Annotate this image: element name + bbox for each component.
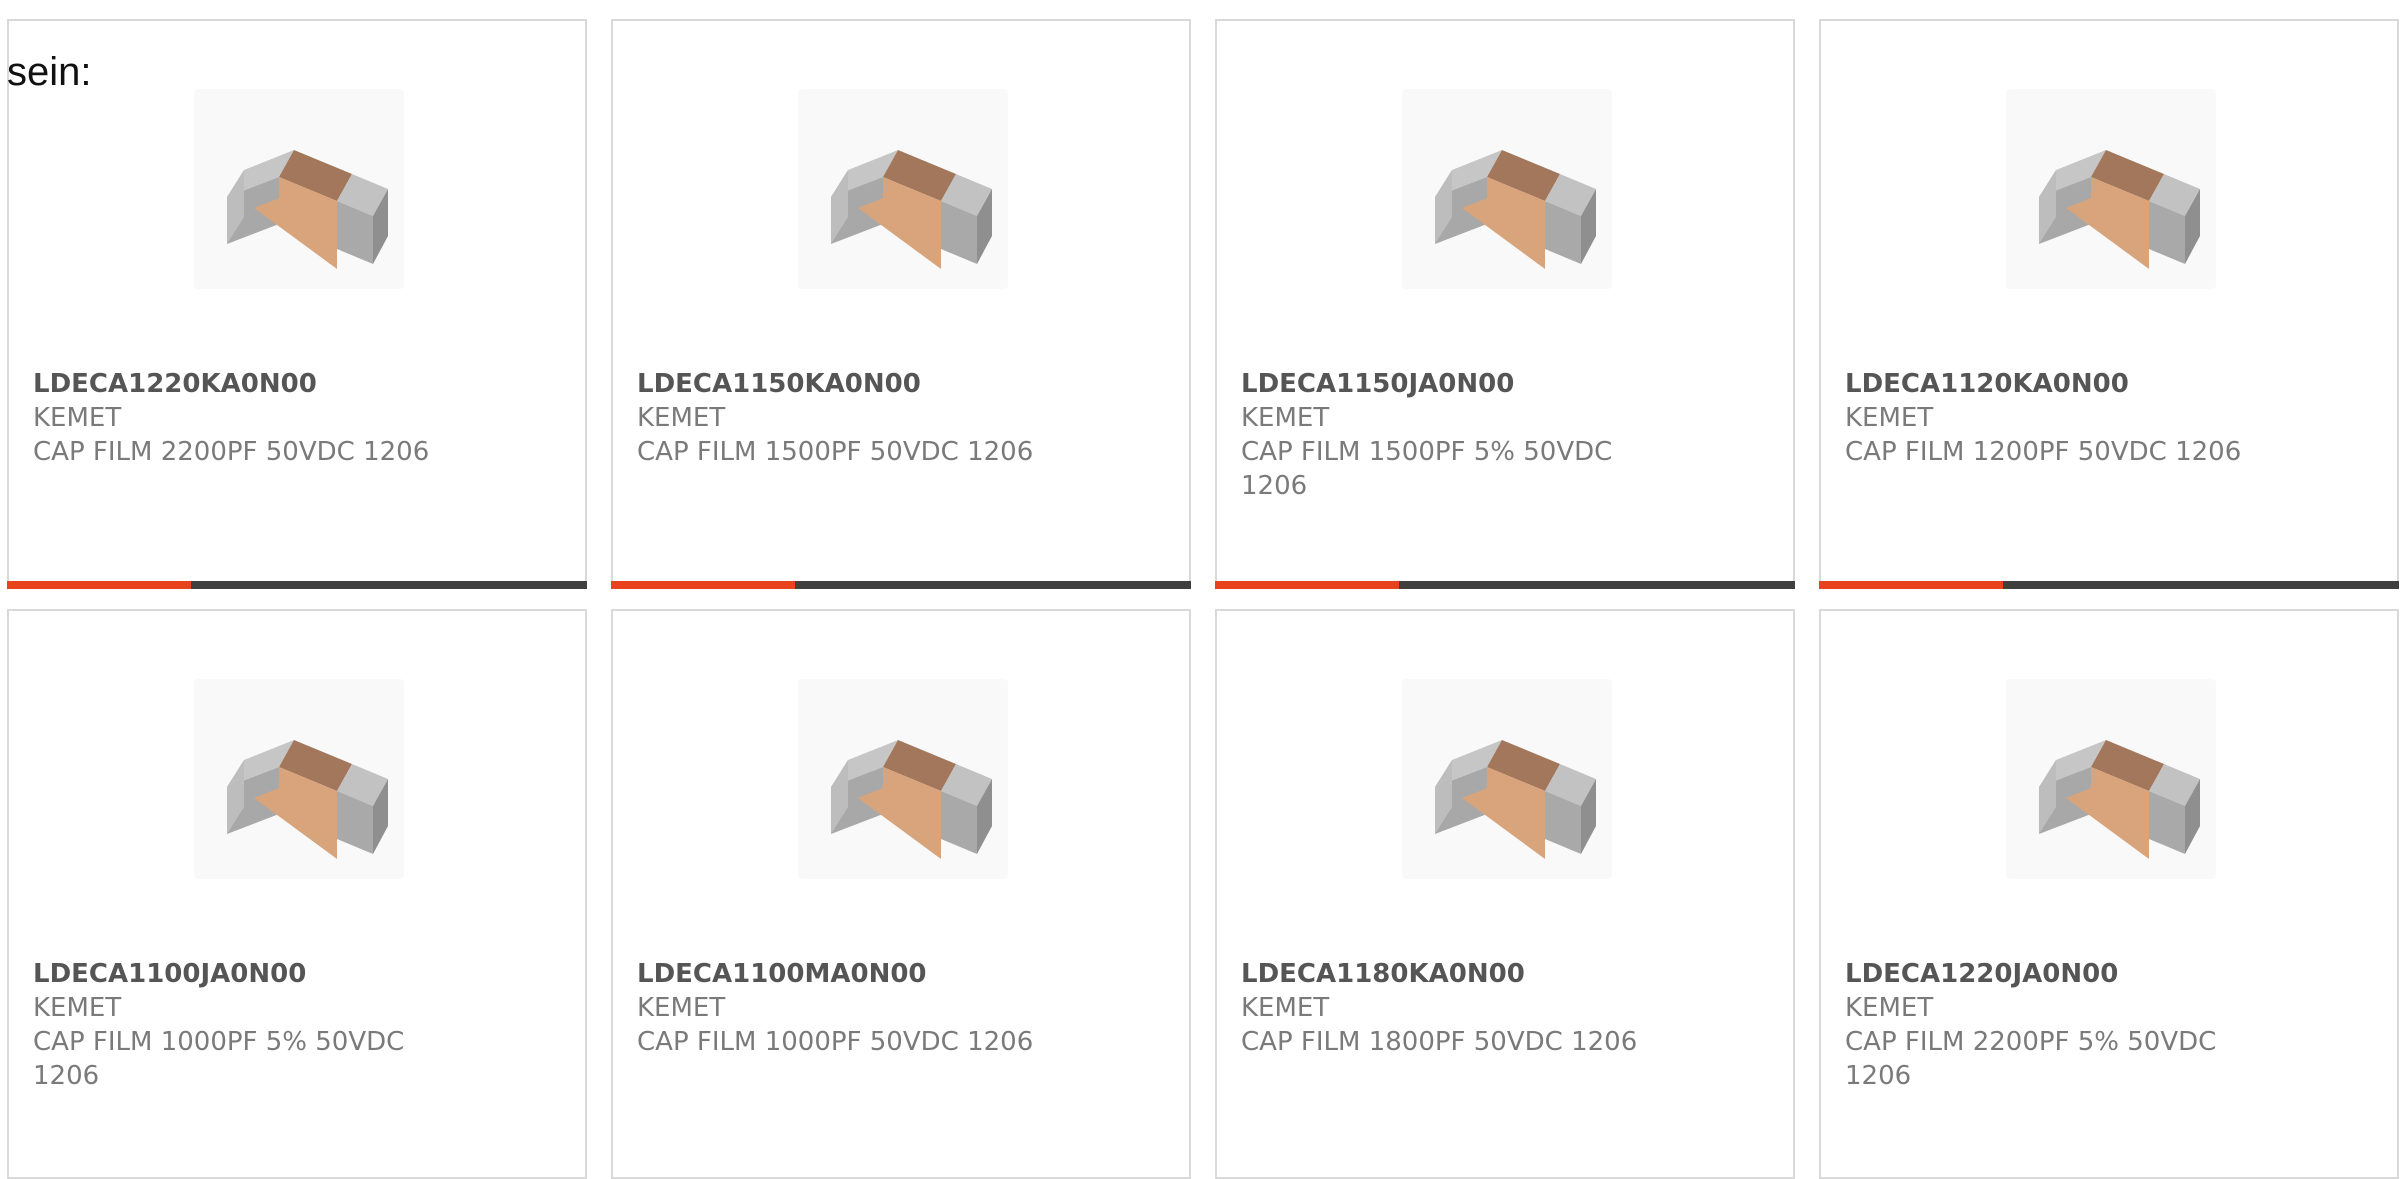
part-number[interactable]: LDECA1100MA0N00 — [637, 957, 1057, 991]
product-image[interactable] — [1402, 679, 1612, 879]
product-info: LDECA1180KA0N00 KEMET CAP FILM 1800PF 50… — [1241, 957, 1661, 1059]
part-number[interactable]: LDECA1150KA0N00 — [637, 367, 1057, 401]
accent-segment — [1819, 581, 2003, 589]
product-description: CAP FILM 1500PF 50VDC 1206 — [637, 437, 1034, 467]
manufacturer: KEMET — [1845, 403, 1934, 433]
manufacturer: KEMET — [1845, 993, 1934, 1023]
part-number[interactable]: LDECA1180KA0N00 — [1241, 957, 1661, 991]
product-info: LDECA1100JA0N00 KEMET CAP FILM 1000PF 5%… — [33, 957, 413, 1093]
manufacturer: KEMET — [637, 993, 726, 1023]
part-number[interactable]: LDECA1220KA0N00 — [33, 367, 453, 401]
accent-segment — [1215, 581, 1399, 589]
intro-text: sein: — [7, 50, 92, 94]
part-number[interactable]: LDECA1120KA0N00 — [1845, 367, 2265, 401]
card-accent-bar — [1215, 581, 1795, 589]
card-accent-bar — [1819, 581, 2399, 589]
manufacturer: KEMET — [1241, 403, 1330, 433]
capacitor-chip-image — [831, 150, 992, 269]
capacitor-chip-image — [227, 150, 388, 269]
manufacturer: KEMET — [1241, 993, 1330, 1023]
product-description: CAP FILM 1500PF 5% 50VDC 1206 — [1241, 437, 1613, 501]
product-description: CAP FILM 2200PF 5% 50VDC 1206 — [1845, 1027, 2217, 1091]
capacitor-chip-image — [2039, 740, 2200, 859]
accent-segment — [7, 581, 191, 589]
product-image[interactable] — [798, 89, 1008, 289]
capacitor-chip-image — [2039, 150, 2200, 269]
product-image[interactable] — [798, 679, 1008, 879]
product-info: LDECA1100MA0N00 KEMET CAP FILM 1000PF 50… — [637, 957, 1057, 1059]
product-description: CAP FILM 1800PF 50VDC 1206 — [1241, 1027, 1638, 1057]
card-accent-bar — [7, 581, 587, 589]
product-image[interactable] — [194, 679, 404, 879]
manufacturer: KEMET — [637, 403, 726, 433]
product-card[interactable]: LDECA1180KA0N00 KEMET CAP FILM 1800PF 50… — [1215, 609, 1795, 1179]
part-number[interactable]: LDECA1100JA0N00 — [33, 957, 413, 991]
product-card[interactable]: LDECA1150KA0N00 KEMET CAP FILM 1500PF 50… — [611, 19, 1191, 589]
capacitor-chip-image — [1435, 150, 1596, 269]
part-number[interactable]: LDECA1150JA0N00 — [1241, 367, 1621, 401]
capacitor-chip-image — [831, 740, 992, 859]
capacitor-chip-image — [227, 740, 388, 859]
product-card[interactable]: LDECA1150JA0N00 KEMET CAP FILM 1500PF 5%… — [1215, 19, 1795, 589]
product-card[interactable]: LDECA1220KA0N00 KEMET CAP FILM 2200PF 50… — [7, 19, 587, 589]
product-card[interactable]: LDECA1220JA0N00 KEMET CAP FILM 2200PF 5%… — [1819, 609, 2399, 1179]
product-info: LDECA1220JA0N00 KEMET CAP FILM 2200PF 5%… — [1845, 957, 2225, 1093]
product-info: LDECA1120KA0N00 KEMET CAP FILM 1200PF 50… — [1845, 367, 2265, 469]
product-description: CAP FILM 1200PF 50VDC 1206 — [1845, 437, 2242, 467]
product-card[interactable]: LDECA1120KA0N00 KEMET CAP FILM 1200PF 50… — [1819, 19, 2399, 589]
product-description: CAP FILM 1000PF 50VDC 1206 — [637, 1027, 1034, 1057]
part-number[interactable]: LDECA1220JA0N00 — [1845, 957, 2225, 991]
product-image[interactable] — [194, 89, 404, 289]
card-accent-bar — [611, 581, 1191, 589]
product-image[interactable] — [2006, 679, 2216, 879]
manufacturer: KEMET — [33, 403, 122, 433]
product-info: LDECA1150JA0N00 KEMET CAP FILM 1500PF 5%… — [1241, 367, 1621, 503]
product-description: CAP FILM 2200PF 50VDC 1206 — [33, 437, 430, 467]
product-info: LDECA1150KA0N00 KEMET CAP FILM 1500PF 50… — [637, 367, 1057, 469]
product-info: LDECA1220KA0N00 KEMET CAP FILM 2200PF 50… — [33, 367, 453, 469]
product-card[interactable]: LDECA1100JA0N00 KEMET CAP FILM 1000PF 5%… — [7, 609, 587, 1179]
accent-segment — [611, 581, 795, 589]
product-image[interactable] — [1402, 89, 1612, 289]
product-image[interactable] — [2006, 89, 2216, 289]
product-card[interactable]: LDECA1100MA0N00 KEMET CAP FILM 1000PF 50… — [611, 609, 1191, 1179]
capacitor-chip-image — [1435, 740, 1596, 859]
product-description: CAP FILM 1000PF 5% 50VDC 1206 — [33, 1027, 405, 1091]
product-grid: LDECA1220KA0N00 KEMET CAP FILM 2200PF 50… — [0, 0, 2400, 1179]
manufacturer: KEMET — [33, 993, 122, 1023]
